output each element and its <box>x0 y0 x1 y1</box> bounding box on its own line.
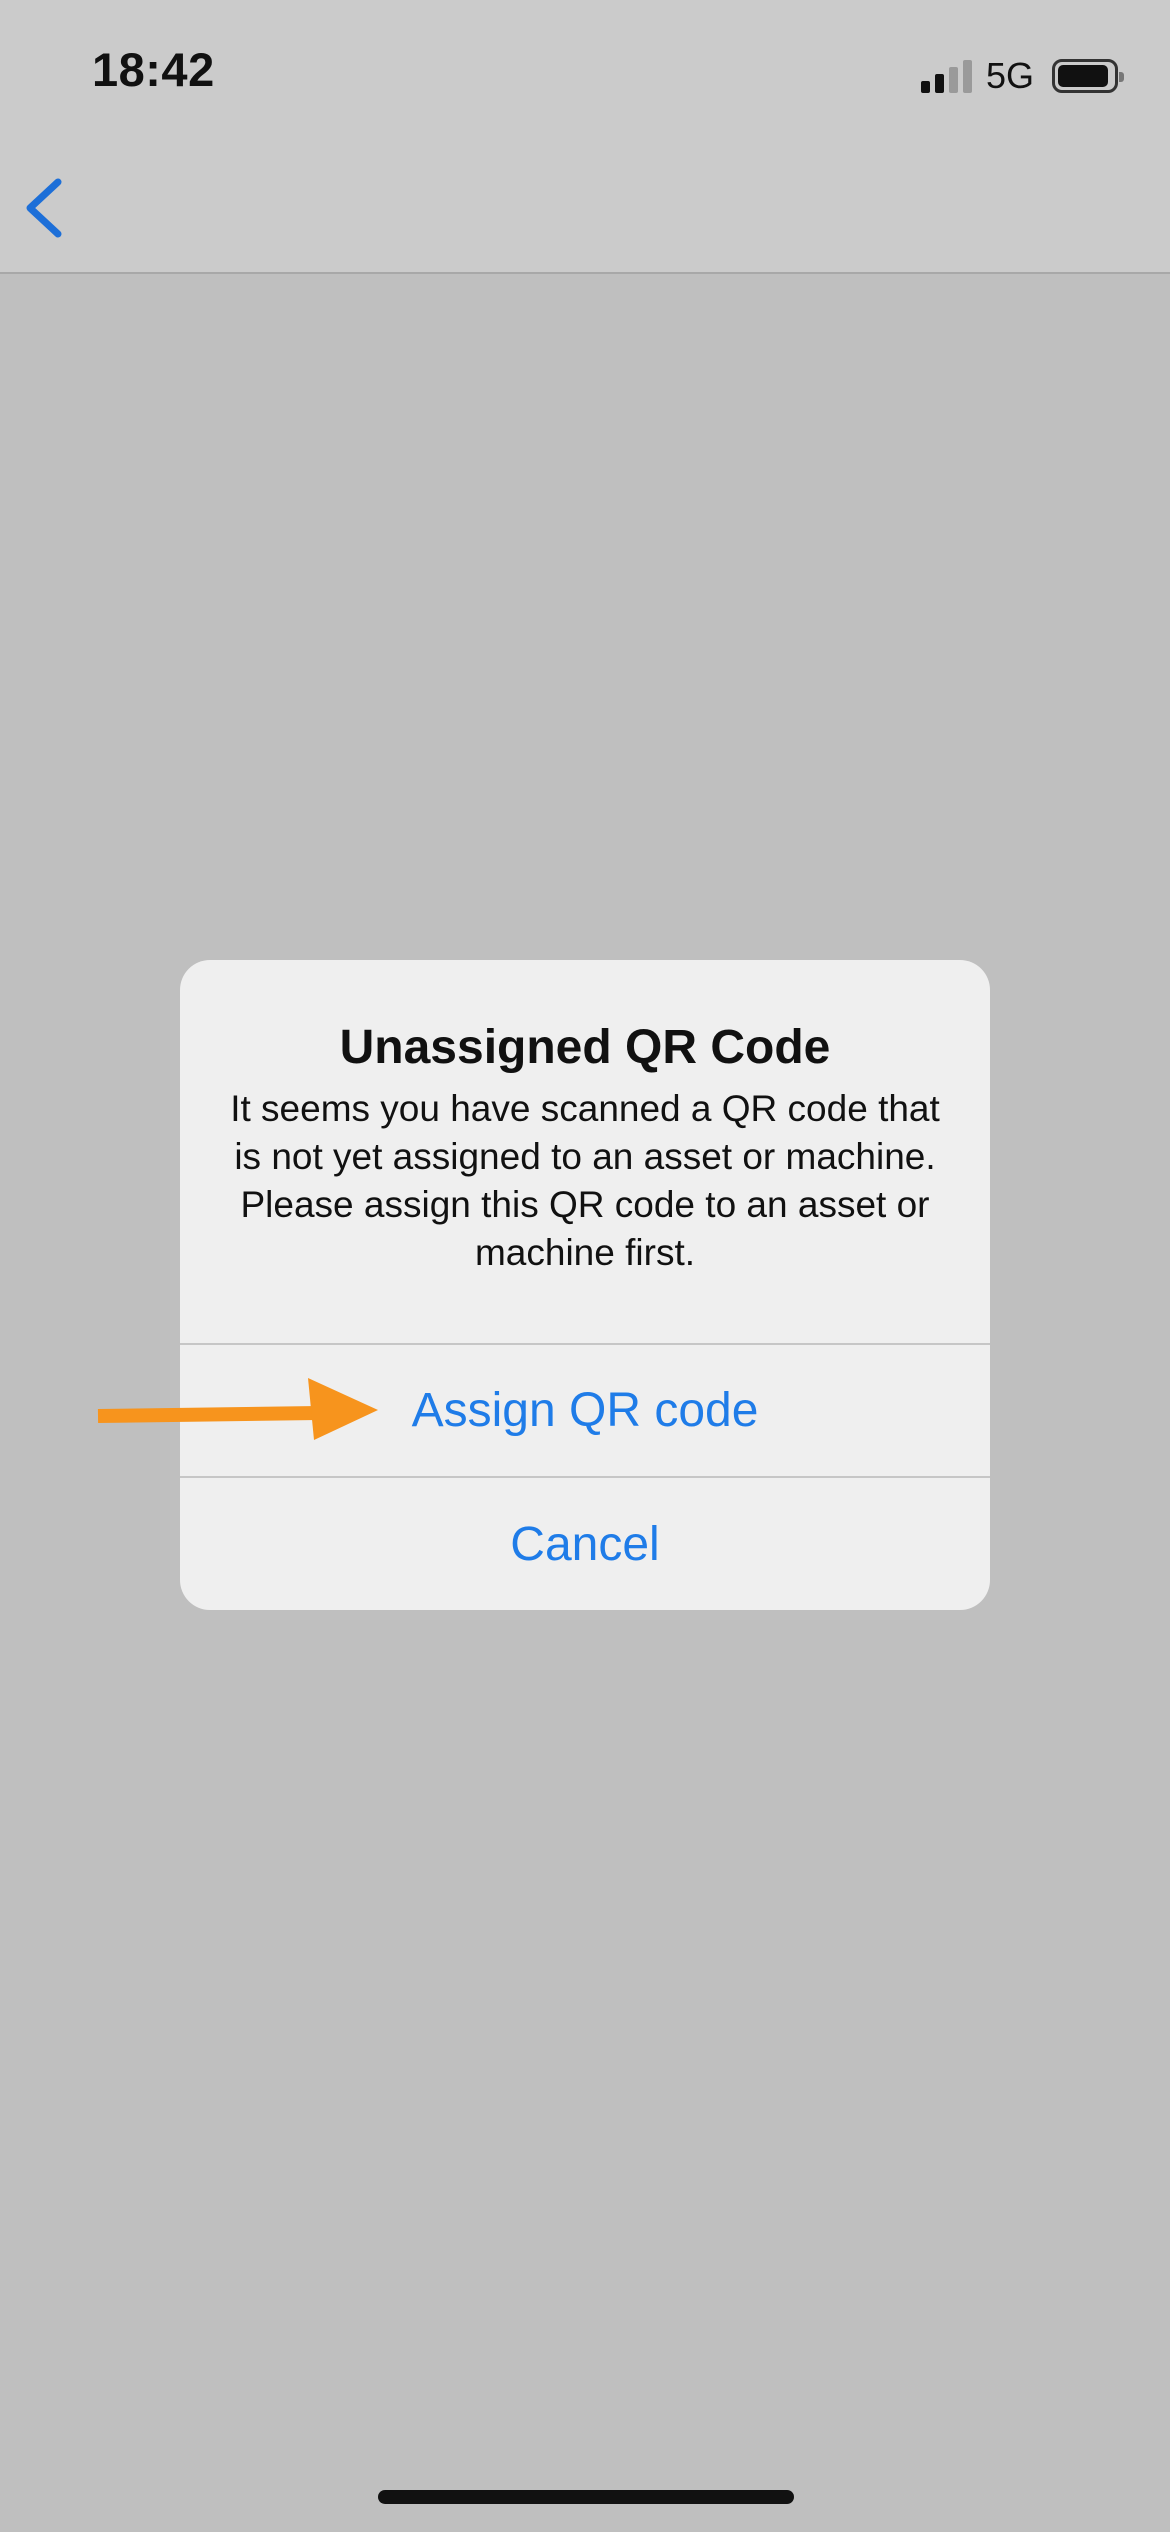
status-indicators: 5G <box>920 54 1124 98</box>
alert-message: It seems you have scanned a QR code that… <box>230 1088 940 1273</box>
cancel-button[interactable]: Cancel <box>180 1478 990 1610</box>
back-button[interactable] <box>18 168 78 248</box>
alert-title: Unassigned QR Code <box>339 1021 831 1074</box>
alert-dialog: Unassigned QR Code It seems you have sca… <box>180 960 990 1610</box>
home-indicator <box>378 2490 794 2504</box>
orange-arrow-icon <box>97 1378 378 1440</box>
chevron-left-icon <box>26 178 62 238</box>
battery-icon <box>1052 59 1124 93</box>
top-bar: 18:42 5G <box>0 0 1170 274</box>
status-time: 18:42 <box>92 43 215 96</box>
alert-content: Unassigned QR Code It seems you have sca… <box>180 960 990 1343</box>
network-label: 5G <box>985 55 1034 96</box>
signal-icon <box>920 59 972 93</box>
